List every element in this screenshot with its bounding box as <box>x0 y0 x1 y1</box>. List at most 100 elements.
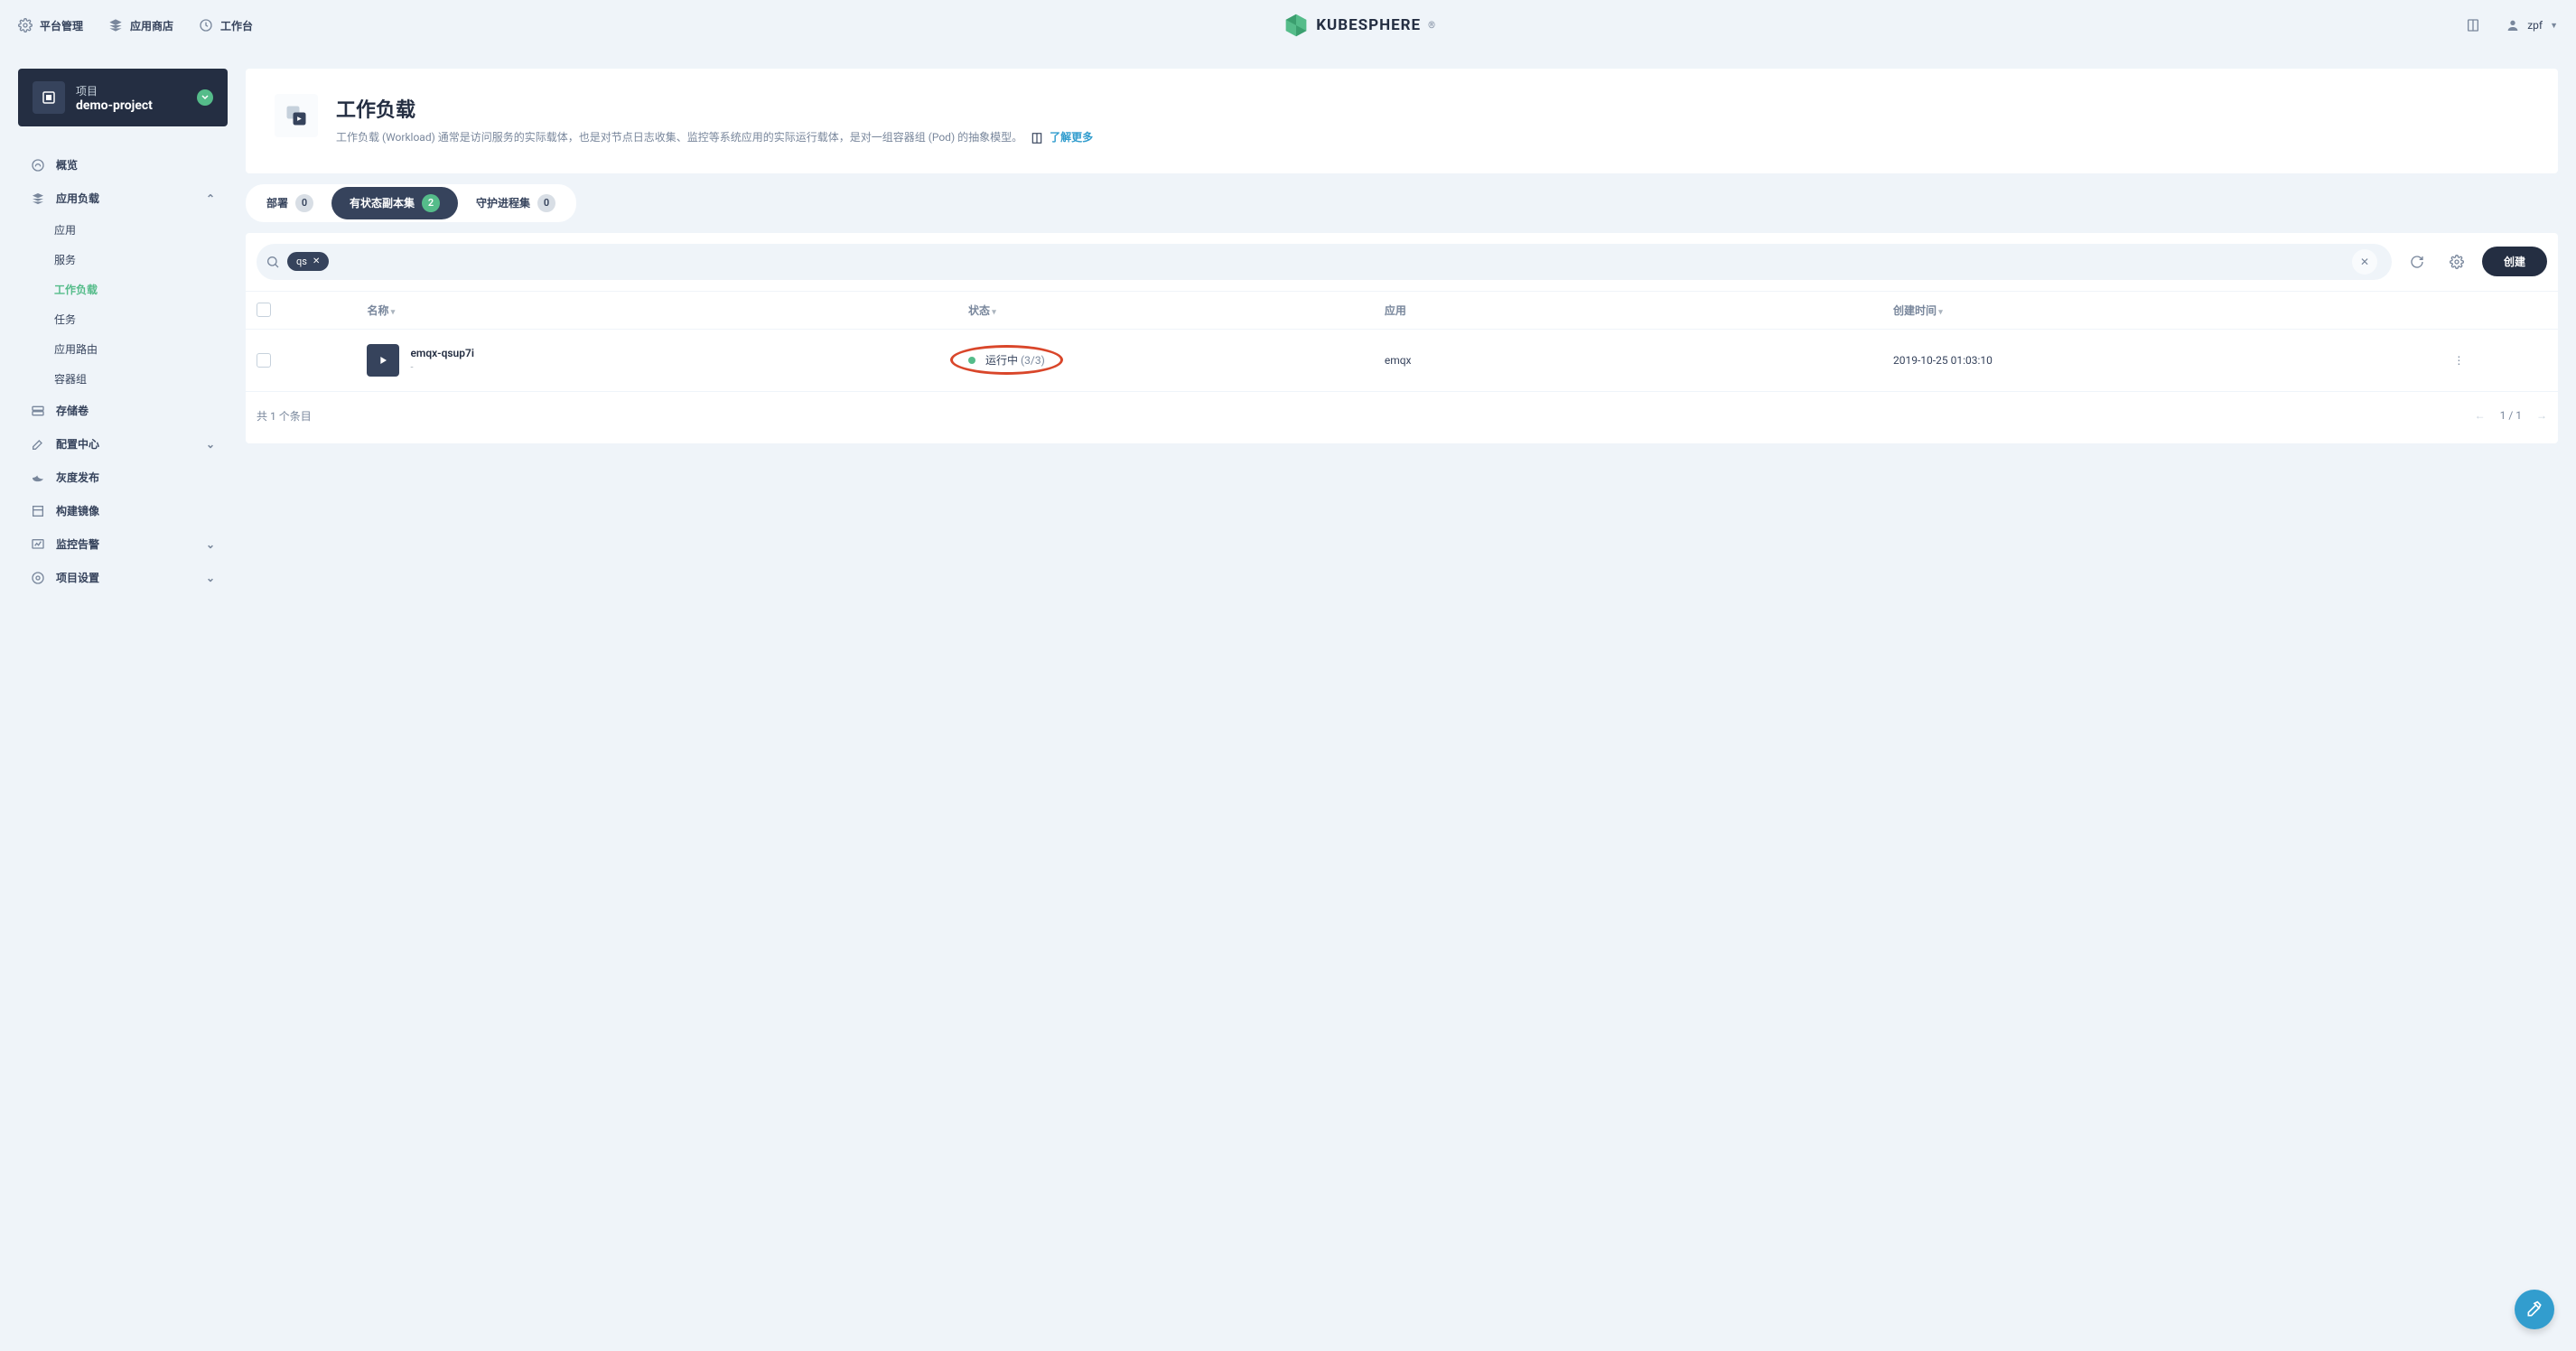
project-icon <box>33 81 65 114</box>
nav-platform[interactable]: 平台管理 <box>18 18 83 33</box>
tab-daemonsets[interactable]: 守护进程集 0 <box>458 187 574 219</box>
brand-logo: KUBESPHERE ® <box>253 13 2466 38</box>
tab-deployments[interactable]: 部署 0 <box>248 187 331 219</box>
caret-down-icon <box>197 89 213 106</box>
page-prev-button[interactable]: ← <box>2475 409 2486 422</box>
gauge-icon <box>31 158 45 172</box>
chevron-down-icon: ⌄ <box>206 538 215 551</box>
chip-remove-icon[interactable]: ✕ <box>313 256 320 266</box>
nav-workbench-label: 工作台 <box>220 18 253 33</box>
table-panel: qs ✕ ✕ 创建 <box>246 233 2558 443</box>
sidebar-item-apps[interactable]: 应用 <box>54 215 228 245</box>
user-menu[interactable]: zpf ▼ <box>2506 18 2558 33</box>
storage-icon <box>31 404 45 418</box>
refresh-icon <box>2410 255 2424 269</box>
user-icon <box>2506 18 2520 33</box>
workload-sub: - <box>410 361 474 373</box>
project-label: 项目 <box>76 83 153 98</box>
sidebar-item-workloads[interactable]: 工作负载 <box>54 275 228 304</box>
stack-icon <box>31 191 45 206</box>
status-count: (3/3) <box>1021 354 1045 367</box>
learn-more-link[interactable]: 了解更多 <box>1050 131 1093 144</box>
docs-icon[interactable] <box>2466 18 2480 33</box>
search-icon <box>266 255 280 269</box>
caret-down-icon: ▼ <box>2550 21 2558 31</box>
cog-icon <box>31 571 45 585</box>
total-count: 共 1 个条目 <box>257 408 312 424</box>
nav-appstore[interactable]: 应用商店 <box>108 18 173 33</box>
chevron-up-icon: ⌃ <box>206 192 215 205</box>
nav-grayscale[interactable]: 灰度发布 <box>18 461 228 494</box>
select-all-checkbox[interactable] <box>257 303 271 317</box>
row-actions-button[interactable]: ⋮ <box>2448 354 2469 367</box>
col-name[interactable]: 名称 <box>356 291 957 329</box>
tab-statefulsets-count: 2 <box>422 194 440 212</box>
nav-build-image[interactable]: 构建镜像 <box>18 494 228 527</box>
clear-search-button[interactable]: ✕ <box>2352 249 2377 275</box>
search-chip: qs ✕ <box>287 252 329 271</box>
page-description: 工作负载 (Workload) 通常是访问服务的实际载体，也是对节点日志收集、监… <box>336 128 1093 148</box>
sidebar: 项目 demo-project 概览 应用负载 ⌃ 应用 服务 工作负载 任务 <box>18 69 228 594</box>
build-icon <box>31 504 45 518</box>
status-text: 运行中 <box>985 354 1018 367</box>
nav-config[interactable]: 配置中心 ⌄ <box>18 427 228 461</box>
topbar: 平台管理 应用商店 工作台 KUBESPHERE ® zpf ▼ <box>0 0 2576 51</box>
page-title: 工作负载 <box>336 94 1093 123</box>
sidebar-item-routes[interactable]: 应用路由 <box>54 334 228 364</box>
layers-icon <box>108 18 123 33</box>
statefulset-icon <box>367 344 399 377</box>
bird-icon <box>31 471 45 485</box>
created-cell: 2019-10-25 01:03:10 <box>1882 329 2437 391</box>
nav-overview[interactable]: 概览 <box>18 148 228 182</box>
workload-type-tabs: 部署 0 有状态副本集 2 守护进程集 0 <box>246 184 576 222</box>
hammer-icon <box>2525 1300 2543 1318</box>
col-status[interactable]: 状态 <box>957 291 1374 329</box>
chevron-down-icon: ⌄ <box>206 438 215 451</box>
nav-platform-label: 平台管理 <box>40 18 83 33</box>
project-name: demo-project <box>76 98 153 113</box>
nav: 概览 应用负载 ⌃ 应用 服务 工作负载 任务 应用路由 容器组 存储卷 <box>18 148 228 594</box>
sidebar-item-pods[interactable]: 容器组 <box>54 364 228 394</box>
cog-icon <box>2450 255 2464 269</box>
book-icon <box>1031 132 1043 144</box>
workload-icon <box>275 94 318 137</box>
nav-workbench[interactable]: 工作台 <box>199 18 253 33</box>
monitor-icon <box>31 537 45 552</box>
nav-volumes[interactable]: 存储卷 <box>18 394 228 427</box>
refresh-button[interactable] <box>2403 247 2431 276</box>
app-cell: emqx <box>1374 329 1882 391</box>
col-app: 应用 <box>1374 291 1882 329</box>
search-input[interactable]: qs ✕ ✕ <box>257 244 2392 280</box>
nav-app-workloads[interactable]: 应用负载 ⌃ <box>18 182 228 215</box>
tab-daemonsets-count: 0 <box>537 194 555 212</box>
page-next-button[interactable]: → <box>2536 409 2547 422</box>
kubesphere-icon <box>1283 13 1309 38</box>
workload-name[interactable]: emqx-qsup7i <box>410 347 474 359</box>
tab-statefulsets[interactable]: 有状态副本集 2 <box>331 187 458 219</box>
status-cell: 运行中 (3/3) <box>968 352 1045 368</box>
gear-icon <box>18 18 33 33</box>
chevron-down-icon: ⌄ <box>206 572 215 584</box>
project-selector[interactable]: 项目 demo-project <box>18 69 228 126</box>
row-checkbox[interactable] <box>257 353 271 368</box>
dashboard-icon <box>199 18 213 33</box>
page-indicator: 1 / 1 <box>2500 409 2522 422</box>
nav-monitoring[interactable]: 监控告警 ⌄ <box>18 527 228 561</box>
status-dot-icon <box>968 357 975 364</box>
col-created[interactable]: 创建时间 <box>1882 291 2437 329</box>
nav-appstore-label: 应用商店 <box>130 18 173 33</box>
page-header: 工作负载 工作负载 (Workload) 通常是访问服务的实际载体，也是对节点日… <box>246 69 2558 173</box>
tab-deployments-count: 0 <box>295 194 313 212</box>
workload-table: 名称 状态 应用 创建时间 <box>246 291 2558 392</box>
brand-text: KUBESPHERE <box>1316 16 1421 34</box>
create-button[interactable]: 创建 <box>2482 247 2547 276</box>
floating-tools-button[interactable] <box>2515 1290 2554 1329</box>
settings-button[interactable] <box>2442 247 2471 276</box>
table-row[interactable]: emqx-qsup7i - 运行中 (3/3) <box>246 329 2558 391</box>
pagination: ← 1 / 1 → <box>2475 409 2547 422</box>
username: zpf <box>2527 19 2543 32</box>
sidebar-item-jobs[interactable]: 任务 <box>54 304 228 334</box>
sidebar-item-services[interactable]: 服务 <box>54 245 228 275</box>
hammer-icon <box>31 437 45 452</box>
nav-project-settings[interactable]: 项目设置 ⌄ <box>18 561 228 594</box>
